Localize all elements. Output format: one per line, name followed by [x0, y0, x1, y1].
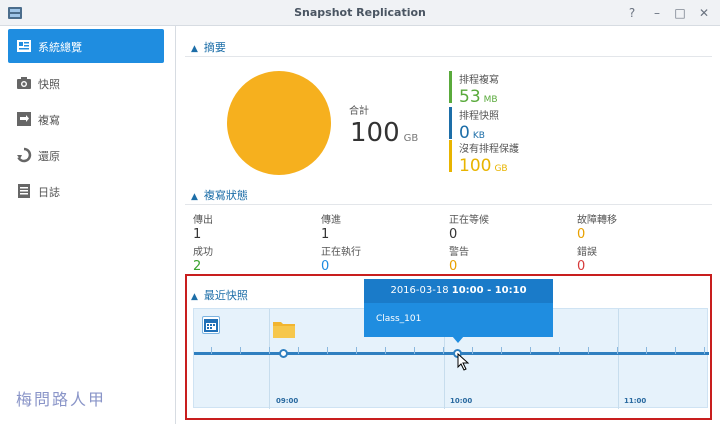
status-label: 錯誤 — [577, 247, 597, 258]
legend-unit: MB — [483, 95, 498, 105]
status-value: 0 — [449, 259, 458, 274]
status-value: 1 — [321, 227, 330, 242]
sidebar-item-replication[interactable]: 複寫 — [8, 102, 164, 136]
replication-status-section-toggle[interactable]: ▲ 複寫狀態 — [191, 187, 248, 203]
sidebar-item-restore[interactable]: 還原 — [8, 138, 164, 172]
legend-unit: GB — [494, 164, 508, 174]
status-warning: 警告 0 — [449, 243, 569, 274]
legend-value: 53 — [459, 87, 481, 107]
summary-title: 摘要 — [203, 41, 226, 54]
window-title: Snapshot Replication — [294, 6, 426, 19]
sidebar-item-label: 系統總覽 — [38, 41, 82, 54]
status-value: 2 — [193, 259, 202, 274]
legend-name: 排程複寫 — [459, 75, 499, 86]
help-button[interactable]: ? — [623, 4, 641, 22]
restore-icon — [17, 147, 32, 163]
status-waiting: 正在等候 0 — [449, 211, 569, 242]
legend-color-bar — [449, 140, 452, 172]
sidebar-item-overview[interactable]: 系統總覽 — [8, 29, 164, 63]
camera-icon — [17, 77, 31, 89]
legend-color-bar — [449, 107, 452, 139]
status-value: 1 — [193, 227, 202, 242]
summary-pie-chart — [227, 71, 331, 175]
sidebar-item-label: 快照 — [38, 78, 60, 91]
minimize-button[interactable]: – — [648, 4, 666, 22]
sidebar-item-label: 日誌 — [38, 186, 60, 199]
sidebar: 系統總覽 快照 複寫 還原 日誌 — [0, 26, 176, 424]
overview-icon — [17, 40, 31, 52]
total-label: 合計 — [349, 106, 369, 117]
divider — [185, 56, 712, 57]
status-value: 0 — [577, 227, 586, 242]
status-outgoing: 傳出 1 — [193, 211, 313, 242]
legend-color-bar — [449, 71, 452, 103]
status-label: 成功 — [193, 247, 213, 258]
sidebar-item-label: 複寫 — [38, 114, 60, 127]
status-label: 傳出 — [193, 215, 213, 226]
legend-unprotected: 沒有排程保護 100 GB — [449, 140, 569, 176]
status-label: 傳進 — [321, 215, 341, 226]
replication-icon — [17, 112, 31, 126]
maximize-button[interactable]: □ — [671, 4, 689, 22]
red-highlight-box — [185, 274, 712, 420]
legend-scheduled-snapshot: 排程快照 0 KB — [449, 107, 569, 143]
status-value: 0 — [321, 259, 330, 274]
main-panel: ▲ 摘要 合計 100 GB 排程複寫 53 MB 排程快照 0 KB 沒有排程保護 1… — [177, 26, 720, 424]
status-label: 正在等候 — [449, 215, 489, 226]
legend-name: 沒有排程保護 — [459, 144, 519, 155]
total-value: 100 GB — [350, 118, 418, 148]
watermark: 梅問路人甲 — [16, 390, 107, 409]
status-label: 故障轉移 — [577, 215, 617, 226]
chevron-up-icon: ▲ — [191, 192, 198, 202]
status-value: 0 — [577, 259, 586, 274]
legend-scheduled-replication: 排程複寫 53 MB — [449, 71, 569, 107]
status-label: 正在執行 — [321, 247, 361, 258]
divider — [185, 204, 712, 205]
status-incoming: 傳進 1 — [321, 211, 441, 242]
close-button[interactable]: ✕ — [695, 4, 713, 22]
pie-slice-unprotected — [227, 71, 331, 175]
sidebar-item-label: 還原 — [38, 150, 60, 163]
chevron-up-icon: ▲ — [191, 44, 198, 54]
title-bar: Snapshot Replication ? – □ ✕ — [0, 0, 720, 26]
status-running: 正在執行 0 — [321, 243, 441, 274]
legend-name: 排程快照 — [459, 111, 499, 122]
status-value: 0 — [449, 227, 458, 242]
replication-status-title: 複寫狀態 — [203, 189, 248, 202]
status-error: 錯誤 0 — [577, 243, 697, 274]
status-label: 警告 — [449, 247, 469, 258]
total-number: 100 — [350, 118, 400, 148]
total-unit: GB — [403, 133, 419, 144]
status-failover: 故障轉移 0 — [577, 211, 697, 242]
legend-value: 100 — [459, 156, 492, 176]
sidebar-item-snapshot[interactable]: 快照 — [8, 66, 164, 100]
sidebar-item-log[interactable]: 日誌 — [8, 174, 164, 208]
status-success: 成功 2 — [193, 243, 313, 274]
log-icon — [18, 184, 30, 198]
summary-section-toggle[interactable]: ▲ 摘要 — [191, 39, 226, 55]
